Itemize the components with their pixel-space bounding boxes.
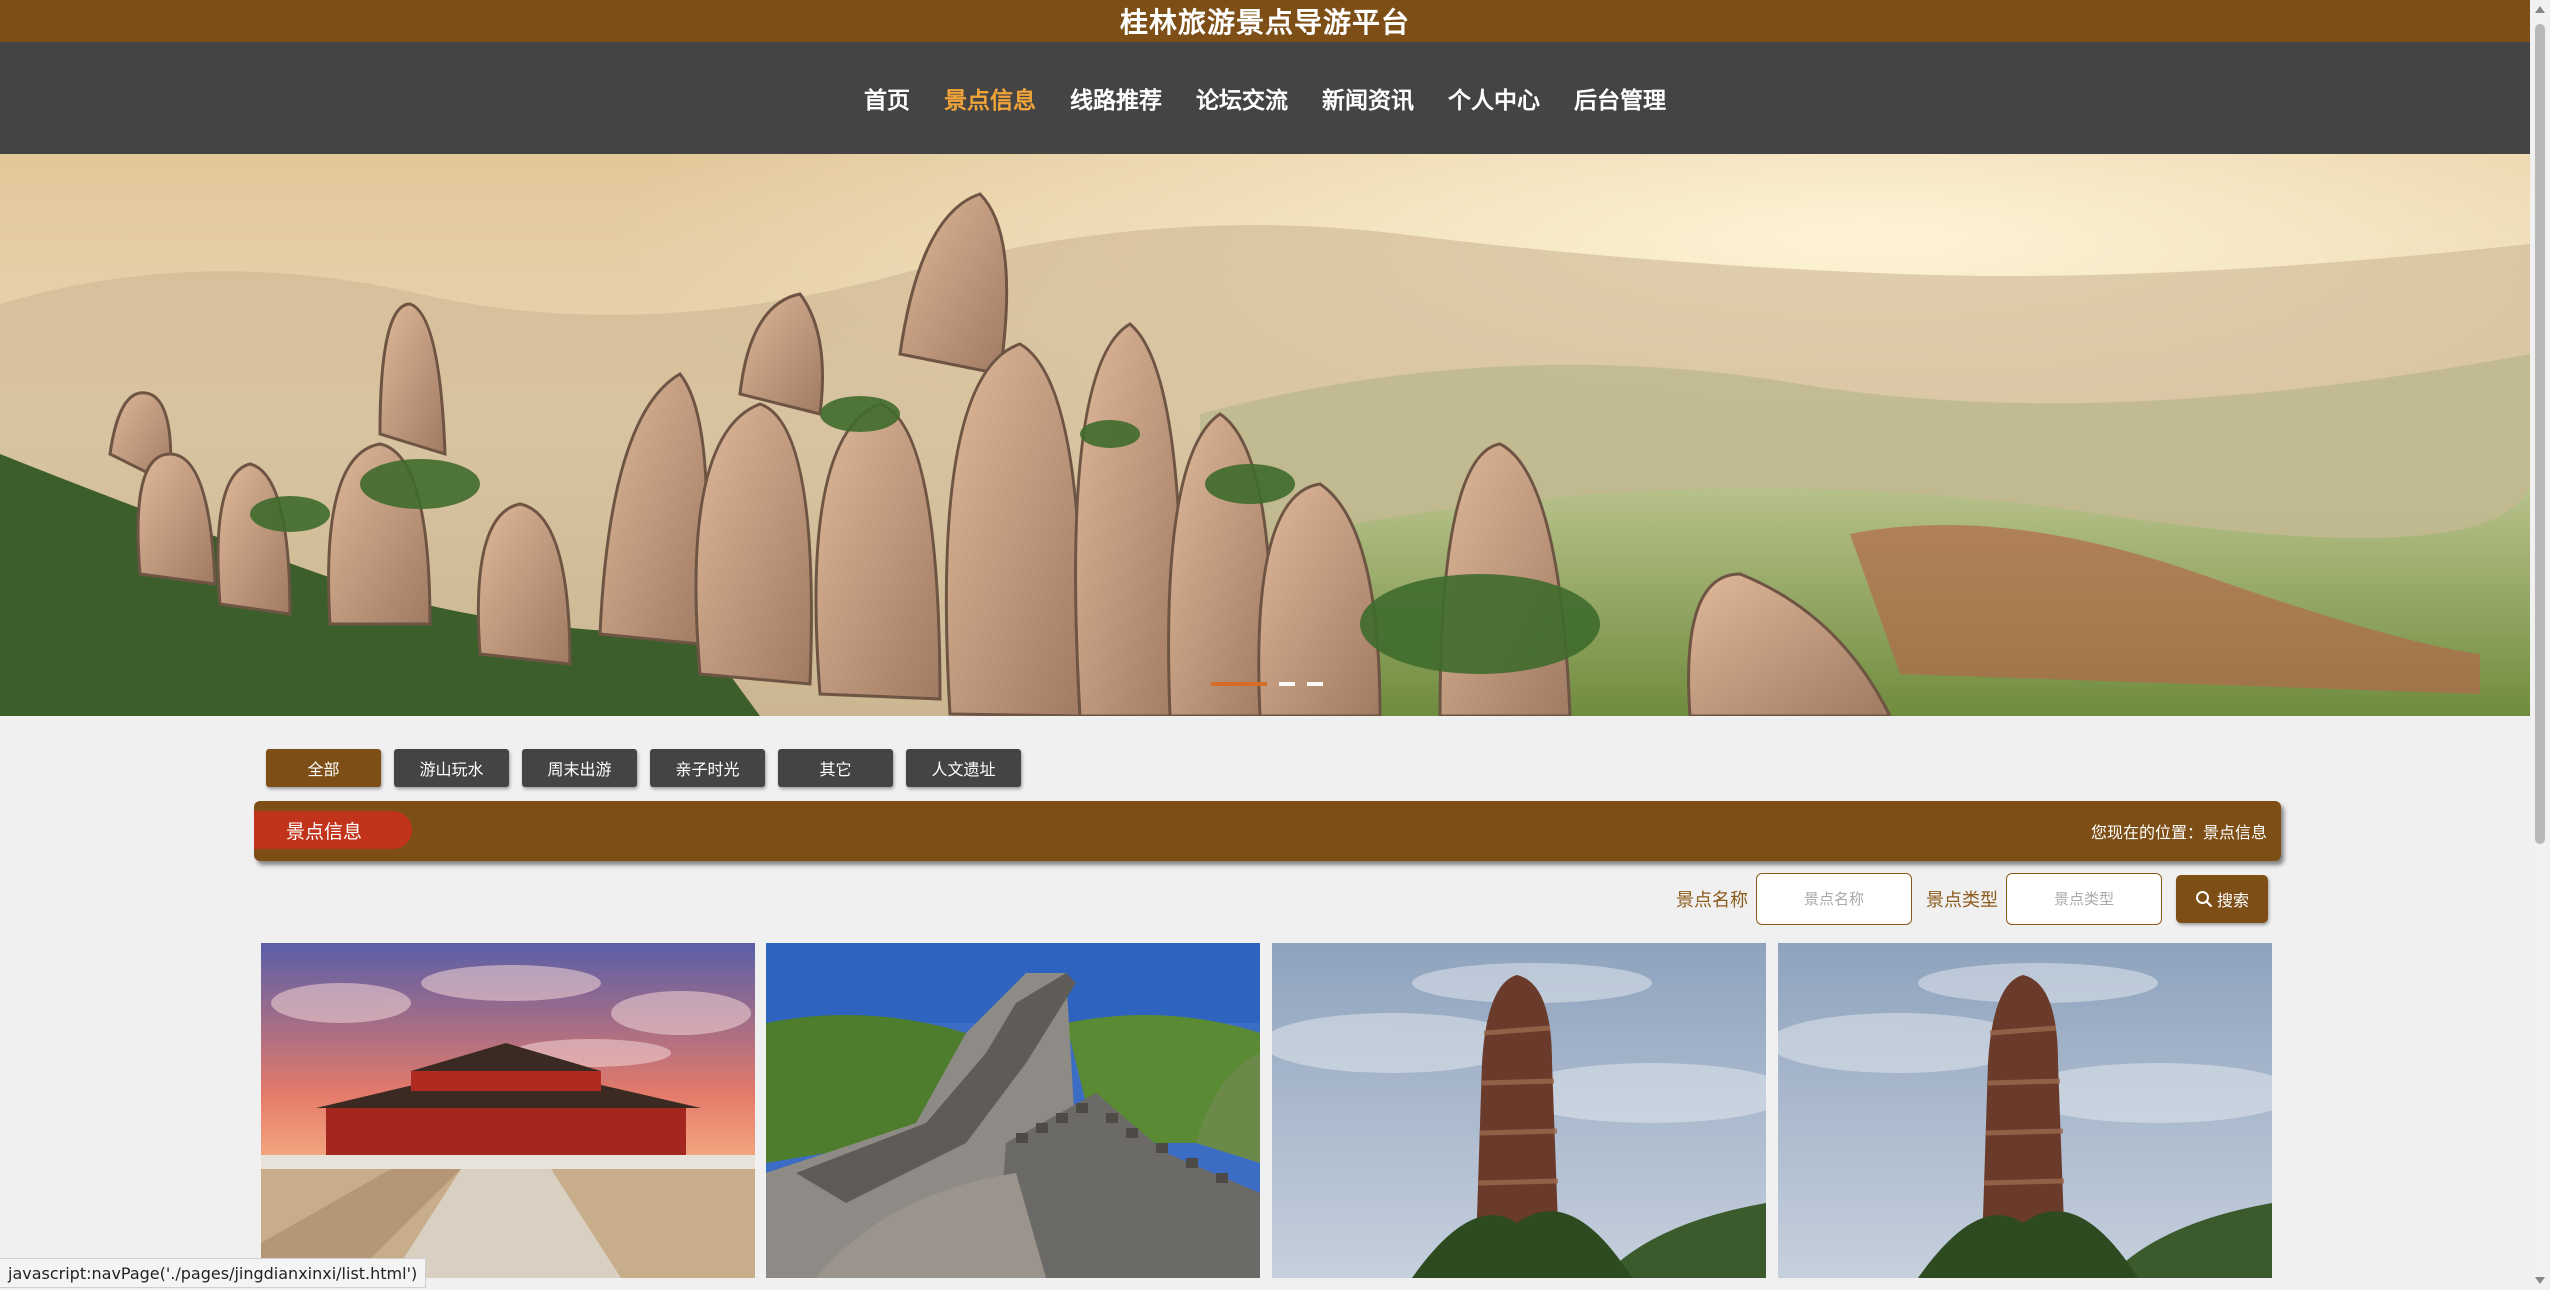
name-label: 景点名称 bbox=[1676, 890, 1748, 911]
scroll-down-arrow-icon[interactable] bbox=[2535, 1277, 2545, 1284]
nav-item-admin[interactable]: 后台管理 bbox=[1574, 68, 1666, 128]
stone-pillar-image bbox=[1778, 943, 2272, 1278]
type-search-input[interactable] bbox=[2006, 873, 2162, 925]
search-button[interactable]: 搜索 bbox=[2176, 875, 2268, 923]
hero-banner bbox=[0, 154, 2530, 716]
main-nav: 首页 景点信息 线路推荐 论坛交流 新闻资讯 个人中心 后台管理 bbox=[0, 42, 2530, 154]
nav-item-forum[interactable]: 论坛交流 bbox=[1196, 68, 1288, 128]
great-wall-image bbox=[766, 943, 1260, 1278]
banner-pagination bbox=[1205, 682, 1329, 686]
nav-item-user-center[interactable]: 个人中心 bbox=[1448, 68, 1540, 128]
category-filter: 全部 游山玩水 周末出游 亲子时光 其它 人文遗址 bbox=[266, 749, 1034, 787]
banner-dot-1[interactable] bbox=[1211, 682, 1267, 686]
category-heritage[interactable]: 人文遗址 bbox=[906, 749, 1021, 787]
banner-dot-2[interactable] bbox=[1279, 682, 1295, 686]
scenic-card-2[interactable] bbox=[766, 943, 1260, 1278]
name-search-input[interactable] bbox=[1756, 873, 1912, 925]
forbidden-city-image bbox=[261, 943, 755, 1278]
scenic-card-3[interactable] bbox=[1272, 943, 1766, 1278]
browser-status-bar: javascript:navPage('./pages/jingdianxinx… bbox=[0, 1258, 427, 1288]
category-family[interactable]: 亲子时光 bbox=[650, 749, 765, 787]
banner-landscape-image bbox=[0, 154, 2530, 716]
page-scrollbar[interactable] bbox=[2530, 0, 2550, 1290]
scrollbar-thumb[interactable] bbox=[2535, 24, 2545, 844]
stone-pillar-image bbox=[1272, 943, 1766, 1278]
scenic-card-4[interactable] bbox=[1778, 943, 2272, 1278]
nav-item-news[interactable]: 新闻资讯 bbox=[1322, 68, 1414, 128]
banner-dot-3[interactable] bbox=[1307, 682, 1323, 686]
nav-item-routes[interactable]: 线路推荐 bbox=[1070, 68, 1162, 128]
type-label: 景点类型 bbox=[1926, 890, 1998, 911]
category-mountains-waters[interactable]: 游山玩水 bbox=[394, 749, 509, 787]
nav-item-scenic-spots[interactable]: 景点信息 bbox=[944, 68, 1036, 128]
category-all[interactable]: 全部 bbox=[266, 749, 381, 787]
breadcrumb: 您现在的位置：景点信息 bbox=[2090, 823, 2267, 842]
section-title: 景点信息 bbox=[254, 811, 412, 849]
nav-item-home[interactable]: 首页 bbox=[864, 68, 910, 128]
scroll-up-arrow-icon[interactable] bbox=[2535, 6, 2545, 13]
site-title-bar: 桂林旅游景点导游平台 bbox=[0, 0, 2530, 42]
search-button-label: 搜索 bbox=[2216, 891, 2249, 910]
scenic-card-1[interactable] bbox=[261, 943, 755, 1278]
search-icon bbox=[2195, 891, 2213, 908]
category-weekend[interactable]: 周末出游 bbox=[522, 749, 637, 787]
site-title: 桂林旅游景点导游平台 bbox=[1119, 6, 1410, 39]
category-other[interactable]: 其它 bbox=[778, 749, 893, 787]
section-header: 景点信息 您现在的位置：景点信息 bbox=[254, 801, 2281, 861]
search-bar: 景点名称 景点类型 搜索 bbox=[1676, 873, 2268, 925]
